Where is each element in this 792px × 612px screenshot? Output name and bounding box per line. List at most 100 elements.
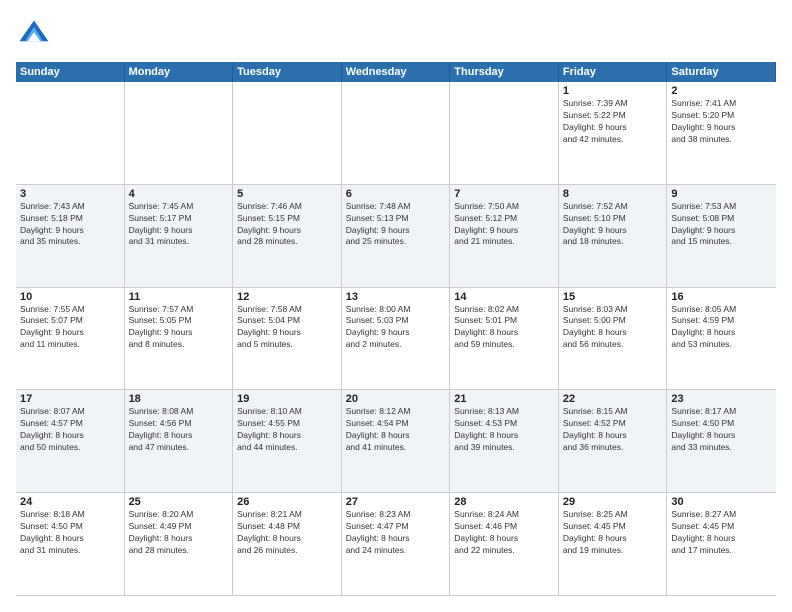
- day-number: 8: [563, 188, 663, 200]
- day-info: Sunrise: 8:27 AM Sunset: 4:45 PM Dayligh…: [671, 509, 772, 557]
- cal-cell: 27Sunrise: 8:23 AM Sunset: 4:47 PM Dayli…: [342, 493, 451, 595]
- cal-cell: [342, 82, 451, 184]
- cal-cell: 22Sunrise: 8:15 AM Sunset: 4:52 PM Dayli…: [559, 390, 668, 492]
- day-number: 21: [454, 393, 554, 405]
- cal-cell: 18Sunrise: 8:08 AM Sunset: 4:56 PM Dayli…: [125, 390, 234, 492]
- cal-cell: 1Sunrise: 7:39 AM Sunset: 5:22 PM Daylig…: [559, 82, 668, 184]
- cal-cell: 25Sunrise: 8:20 AM Sunset: 4:49 PM Dayli…: [125, 493, 234, 595]
- day-number: 7: [454, 188, 554, 200]
- day-info: Sunrise: 7:41 AM Sunset: 5:20 PM Dayligh…: [671, 98, 772, 146]
- day-info: Sunrise: 8:12 AM Sunset: 4:54 PM Dayligh…: [346, 406, 446, 454]
- calendar-row-2: 10Sunrise: 7:55 AM Sunset: 5:07 PM Dayli…: [16, 288, 776, 391]
- cal-header-cell-tuesday: Tuesday: [233, 62, 342, 82]
- day-info: Sunrise: 8:10 AM Sunset: 4:55 PM Dayligh…: [237, 406, 337, 454]
- day-number: 10: [20, 291, 120, 303]
- calendar-row-4: 24Sunrise: 8:18 AM Sunset: 4:50 PM Dayli…: [16, 493, 776, 596]
- cal-cell: 11Sunrise: 7:57 AM Sunset: 5:05 PM Dayli…: [125, 288, 234, 390]
- cal-cell: 9Sunrise: 7:53 AM Sunset: 5:08 PM Daylig…: [667, 185, 776, 287]
- day-number: 28: [454, 496, 554, 508]
- cal-cell: [233, 82, 342, 184]
- calendar-header: SundayMondayTuesdayWednesdayThursdayFrid…: [16, 62, 776, 82]
- day-info: Sunrise: 8:00 AM Sunset: 5:03 PM Dayligh…: [346, 304, 446, 352]
- cal-cell: 17Sunrise: 8:07 AM Sunset: 4:57 PM Dayli…: [16, 390, 125, 492]
- cal-cell: 14Sunrise: 8:02 AM Sunset: 5:01 PM Dayli…: [450, 288, 559, 390]
- day-info: Sunrise: 7:53 AM Sunset: 5:08 PM Dayligh…: [671, 201, 772, 249]
- cal-cell: 30Sunrise: 8:27 AM Sunset: 4:45 PM Dayli…: [667, 493, 776, 595]
- cal-cell: 12Sunrise: 7:58 AM Sunset: 5:04 PM Dayli…: [233, 288, 342, 390]
- day-info: Sunrise: 8:05 AM Sunset: 4:59 PM Dayligh…: [671, 304, 772, 352]
- calendar-row-1: 3Sunrise: 7:43 AM Sunset: 5:18 PM Daylig…: [16, 185, 776, 288]
- cal-cell: 8Sunrise: 7:52 AM Sunset: 5:10 PM Daylig…: [559, 185, 668, 287]
- day-number: 26: [237, 496, 337, 508]
- cal-cell: 29Sunrise: 8:25 AM Sunset: 4:45 PM Dayli…: [559, 493, 668, 595]
- day-number: 29: [563, 496, 663, 508]
- day-info: Sunrise: 8:03 AM Sunset: 5:00 PM Dayligh…: [563, 304, 663, 352]
- day-number: 2: [671, 85, 772, 97]
- day-number: 4: [129, 188, 229, 200]
- cal-header-cell-thursday: Thursday: [450, 62, 559, 82]
- day-info: Sunrise: 8:08 AM Sunset: 4:56 PM Dayligh…: [129, 406, 229, 454]
- day-info: Sunrise: 7:58 AM Sunset: 5:04 PM Dayligh…: [237, 304, 337, 352]
- logo-icon: [16, 16, 52, 52]
- day-number: 9: [671, 188, 772, 200]
- day-info: Sunrise: 7:48 AM Sunset: 5:13 PM Dayligh…: [346, 201, 446, 249]
- day-number: 19: [237, 393, 337, 405]
- day-info: Sunrise: 8:23 AM Sunset: 4:47 PM Dayligh…: [346, 509, 446, 557]
- cal-cell: 20Sunrise: 8:12 AM Sunset: 4:54 PM Dayli…: [342, 390, 451, 492]
- cal-cell: 7Sunrise: 7:50 AM Sunset: 5:12 PM Daylig…: [450, 185, 559, 287]
- day-number: 17: [20, 393, 120, 405]
- cal-cell: 19Sunrise: 8:10 AM Sunset: 4:55 PM Dayli…: [233, 390, 342, 492]
- day-info: Sunrise: 7:50 AM Sunset: 5:12 PM Dayligh…: [454, 201, 554, 249]
- cal-cell: 15Sunrise: 8:03 AM Sunset: 5:00 PM Dayli…: [559, 288, 668, 390]
- day-number: 15: [563, 291, 663, 303]
- cal-cell: [16, 82, 125, 184]
- cal-header-cell-saturday: Saturday: [667, 62, 776, 82]
- day-info: Sunrise: 8:02 AM Sunset: 5:01 PM Dayligh…: [454, 304, 554, 352]
- day-number: 25: [129, 496, 229, 508]
- day-info: Sunrise: 7:52 AM Sunset: 5:10 PM Dayligh…: [563, 201, 663, 249]
- day-number: 13: [346, 291, 446, 303]
- cal-cell: 2Sunrise: 7:41 AM Sunset: 5:20 PM Daylig…: [667, 82, 776, 184]
- cal-header-cell-friday: Friday: [559, 62, 668, 82]
- day-info: Sunrise: 7:45 AM Sunset: 5:17 PM Dayligh…: [129, 201, 229, 249]
- cal-cell: 10Sunrise: 7:55 AM Sunset: 5:07 PM Dayli…: [16, 288, 125, 390]
- day-info: Sunrise: 8:18 AM Sunset: 4:50 PM Dayligh…: [20, 509, 120, 557]
- day-info: Sunrise: 8:07 AM Sunset: 4:57 PM Dayligh…: [20, 406, 120, 454]
- cal-cell: 28Sunrise: 8:24 AM Sunset: 4:46 PM Dayli…: [450, 493, 559, 595]
- cal-cell: 24Sunrise: 8:18 AM Sunset: 4:50 PM Dayli…: [16, 493, 125, 595]
- day-number: 20: [346, 393, 446, 405]
- cal-cell: [450, 82, 559, 184]
- cal-cell: 5Sunrise: 7:46 AM Sunset: 5:15 PM Daylig…: [233, 185, 342, 287]
- cal-header-cell-monday: Monday: [125, 62, 234, 82]
- calendar: SundayMondayTuesdayWednesdayThursdayFrid…: [16, 62, 776, 596]
- day-number: 27: [346, 496, 446, 508]
- day-info: Sunrise: 7:43 AM Sunset: 5:18 PM Dayligh…: [20, 201, 120, 249]
- day-number: 1: [563, 85, 663, 97]
- day-number: 16: [671, 291, 772, 303]
- day-number: 6: [346, 188, 446, 200]
- day-info: Sunrise: 7:55 AM Sunset: 5:07 PM Dayligh…: [20, 304, 120, 352]
- cal-header-cell-wednesday: Wednesday: [342, 62, 451, 82]
- calendar-row-3: 17Sunrise: 8:07 AM Sunset: 4:57 PM Dayli…: [16, 390, 776, 493]
- cal-cell: 13Sunrise: 8:00 AM Sunset: 5:03 PM Dayli…: [342, 288, 451, 390]
- cal-cell: 16Sunrise: 8:05 AM Sunset: 4:59 PM Dayli…: [667, 288, 776, 390]
- day-info: Sunrise: 8:17 AM Sunset: 4:50 PM Dayligh…: [671, 406, 772, 454]
- cal-cell: 26Sunrise: 8:21 AM Sunset: 4:48 PM Dayli…: [233, 493, 342, 595]
- day-number: 3: [20, 188, 120, 200]
- cal-header-cell-sunday: Sunday: [16, 62, 125, 82]
- calendar-row-0: 1Sunrise: 7:39 AM Sunset: 5:22 PM Daylig…: [16, 82, 776, 185]
- day-number: 24: [20, 496, 120, 508]
- day-info: Sunrise: 8:25 AM Sunset: 4:45 PM Dayligh…: [563, 509, 663, 557]
- day-number: 5: [237, 188, 337, 200]
- day-info: Sunrise: 7:57 AM Sunset: 5:05 PM Dayligh…: [129, 304, 229, 352]
- day-info: Sunrise: 8:24 AM Sunset: 4:46 PM Dayligh…: [454, 509, 554, 557]
- day-info: Sunrise: 8:13 AM Sunset: 4:53 PM Dayligh…: [454, 406, 554, 454]
- day-info: Sunrise: 7:39 AM Sunset: 5:22 PM Dayligh…: [563, 98, 663, 146]
- day-number: 30: [671, 496, 772, 508]
- cal-cell: [125, 82, 234, 184]
- cal-cell: 3Sunrise: 7:43 AM Sunset: 5:18 PM Daylig…: [16, 185, 125, 287]
- day-number: 11: [129, 291, 229, 303]
- day-info: Sunrise: 8:20 AM Sunset: 4:49 PM Dayligh…: [129, 509, 229, 557]
- calendar-body: 1Sunrise: 7:39 AM Sunset: 5:22 PM Daylig…: [16, 82, 776, 596]
- day-info: Sunrise: 8:21 AM Sunset: 4:48 PM Dayligh…: [237, 509, 337, 557]
